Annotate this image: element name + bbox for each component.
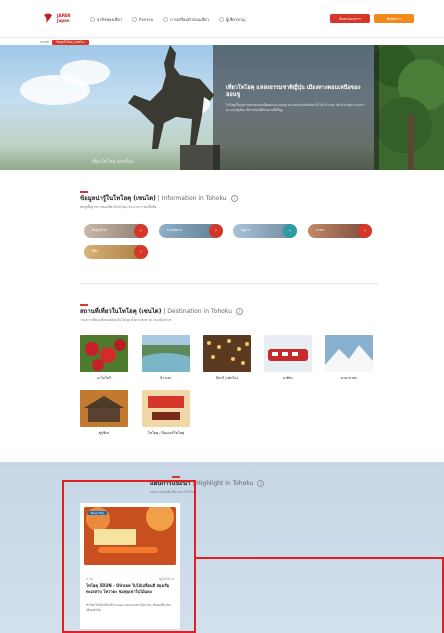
annotation-frame-card — [62, 480, 196, 633]
section-accent-bar — [80, 191, 88, 193]
destination-label: โทโฮคุ / อินเดอร์โทโฮคุ — [147, 431, 185, 435]
logo-brand: Japan — [57, 18, 70, 23]
breadcrumb-home[interactable]: HOME — [40, 40, 49, 44]
dest-section-subtitle: รวมสถานที่ท่องเที่ยวยอดนิยมในโทโฮคุ ทั้ง… — [80, 318, 172, 322]
destination-card-yamagata[interactable]: ยามากาตะ — [325, 335, 373, 381]
site-header: JAPAN Japan ธุรกิจท่องเที่ยว กิจกรรม การ… — [0, 0, 444, 38]
pill-label: การเดินทาง — [167, 228, 183, 232]
nav-item-experts[interactable]: ผู้เชี่ยวชาญ — [218, 16, 246, 23]
highlight-title-en: | Highlight in Tohoku — [192, 480, 254, 487]
arrow-right-icon: › — [283, 224, 297, 238]
arrow-right-icon: › — [134, 245, 148, 259]
logo-mark-icon — [42, 12, 54, 24]
destination-label: อิวาเตะ — [160, 376, 172, 380]
info-pill-transport[interactable]: การเดินทาง › — [159, 224, 223, 238]
destination-label: ฟุกุชิมะ — [98, 431, 110, 435]
arrow-right-icon: › — [134, 224, 148, 238]
hero-description: โทโฮคุเป็นภูมิภาคทางตอนเหนือของเกาะฮอนชู… — [226, 103, 365, 112]
snow-train-image — [264, 335, 312, 372]
info-section-title: ข้อมูลน่ารู้ในโทโฮคุ (เซนได) | Informati… — [80, 195, 238, 203]
pill-label: ที่พัก — [92, 249, 98, 253]
logo-wordmark: JAPAN Japan — [57, 13, 71, 23]
search-plan-label: ค้นหาแผนการ — [339, 16, 361, 21]
destination-card-miyagi[interactable]: มิยางิ (เซนได) — [203, 335, 251, 381]
circle-icon — [218, 17, 224, 22]
nav-item-business[interactable]: ธุรกิจท่องเที่ยว — [90, 16, 122, 23]
destination-label: มิยางิ (เซนได) — [216, 376, 238, 380]
river-gorge-image — [142, 335, 190, 372]
destination-label: อาคิตะ — [282, 376, 294, 380]
destination-card-iwate[interactable]: อิวาเตะ — [142, 335, 190, 381]
annotation-frame-right — [196, 557, 444, 633]
nav-label: กิจกรรม — [138, 17, 154, 22]
nav-item-preparation[interactable]: การเตรียมตัวก่อนเที่ยว — [163, 16, 209, 23]
contact-label: ติดต่อเรา — [387, 16, 401, 21]
section-accent-bar — [172, 476, 180, 478]
info-pill-general[interactable]: ข้อมูลทั่วไป › — [84, 224, 148, 238]
destination-card-aomori[interactable]: อาโอโมริ — [80, 335, 128, 381]
cloud-decoration — [60, 60, 110, 85]
destination-card-tohoku-inbound[interactable]: โทโฮคุ / อินเดอร์โทโฮคุ — [142, 390, 190, 436]
apple-orchard-image — [80, 335, 128, 372]
site-logo[interactable]: JAPAN Japan — [42, 12, 71, 24]
info-title-th: ข้อมูลน่ารู้ในโทโฮคุ (เซนได) — [80, 195, 156, 202]
info-circle-icon: i — [230, 195, 238, 202]
dest-title-en: | Destination in Tohoku — [163, 308, 232, 315]
nav-label: ผู้เชี่ยวชาญ — [225, 17, 246, 22]
info-circle-icon: i — [257, 480, 265, 487]
dest-title-th: สถานที่เที่ยวในโทโฮคุ (เซนได) — [80, 308, 162, 315]
snow-mountain-image — [325, 335, 373, 372]
nav-item-activities[interactable]: กิจกรรม — [131, 16, 154, 23]
dest-section-title: สถานที่เที่ยวในโทโฮคุ (เซนได) | Destinat… — [80, 308, 243, 316]
info-title-en: | Information in Tohoku — [157, 195, 227, 202]
illumination-street-image — [203, 335, 251, 372]
info-circle-icon: i — [235, 308, 243, 315]
destination-card-akita[interactable]: อาคิตะ — [264, 335, 312, 381]
horse-statue-image — [128, 45, 220, 170]
destination-label: อาโอโมริ — [96, 376, 112, 380]
arrow-right-icon: › — [358, 224, 372, 238]
breadcrumb-current: ข้อมูลโทโฮคุ (เซนได) — [52, 39, 89, 45]
arrow-right-icon: › — [209, 224, 223, 238]
contact-button[interactable]: ติดต่อเรา — [374, 14, 414, 23]
nav-label: ธุรกิจท่องเที่ยว — [97, 17, 122, 22]
main-nav: ธุรกิจท่องเที่ยว กิจกรรม การเตรียมตัวก่อ… — [90, 16, 245, 23]
pill-label: ฤดูกาล — [241, 228, 251, 232]
info-pill-food[interactable]: อาหาร › — [308, 224, 372, 238]
hero-banner: เที่ยวโทโฮคุ แหล่งธรรมชาติญี่ปุ่น เมืองท… — [0, 45, 444, 170]
info-pill-accommodation[interactable]: ที่พัก › — [84, 245, 148, 259]
tree-image — [374, 45, 444, 170]
hero-title: เที่ยวโทโฮคุ แหล่งธรรมชาติญี่ปุ่น เมืองท… — [226, 85, 361, 98]
section-divider — [80, 283, 378, 284]
pill-label: อาหาร — [316, 228, 325, 232]
search-plan-button[interactable]: ค้นหาแผนการ — [330, 14, 370, 23]
autumn-village-image — [80, 390, 128, 427]
circle-icon — [163, 17, 169, 22]
section-accent-bar — [80, 304, 88, 306]
hero-faded-caption: เที่ยวโทโฮคุ (เซนได) — [92, 160, 134, 165]
nav-label: การเตรียมตัวก่อนเที่ยว — [170, 17, 209, 22]
circle-icon — [131, 17, 137, 22]
info-section-subtitle: ข้อมูลพื้นฐานการท่องเที่ยวในโทโฮคุ เช่น … — [80, 205, 157, 209]
tohoku-promo-image — [142, 390, 190, 427]
destination-card-fukushima[interactable]: ฟุกุชิมะ — [80, 390, 128, 436]
circle-icon — [90, 17, 95, 22]
info-pill-season[interactable]: ฤดูกาล › — [233, 224, 297, 238]
destination-label: ยามากาตะ — [340, 376, 358, 380]
pill-label: ข้อมูลทั่วไป — [92, 228, 107, 232]
